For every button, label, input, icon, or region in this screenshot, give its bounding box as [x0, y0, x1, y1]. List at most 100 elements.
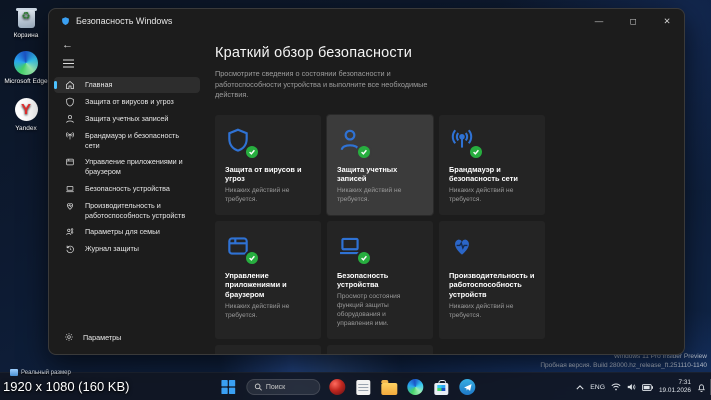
apps-icon [64, 157, 76, 167]
tray-date: 19.01.2026 [659, 387, 691, 395]
tile-title: Производительность и работоспособность у… [449, 271, 535, 300]
shield-icon [64, 97, 76, 107]
start-button[interactable] [220, 379, 237, 396]
resolution-caption: 1920 x 1080 (160 KB) [3, 379, 129, 394]
sidebar-item-firewall[interactable]: Брандмауэр и безопасность сети [54, 128, 200, 153]
sidebar-item-app-browser-control[interactable]: Управление приложениями и браузером [54, 154, 200, 179]
window-body: ← Главная Защита от вирусов и угроз Защи… [49, 33, 684, 354]
battery-icon[interactable] [642, 384, 653, 391]
taskbar-center: Поиск [220, 373, 476, 400]
tile-title: Защита от вирусов и угроз [225, 165, 311, 184]
tile-title: Безопасность устройства [337, 271, 423, 290]
main-content: Краткий обзор безопасности Просмотрите с… [205, 33, 684, 354]
sidebar-item-device-health[interactable]: Производительность и работоспособность у… [54, 198, 200, 223]
edge-icon[interactable] [407, 379, 424, 396]
tile-status: Никаких действий не требуется. [449, 303, 535, 321]
sidebar-item-virus-protection[interactable]: Защита от вирусов и угроз [54, 94, 200, 110]
tile-title: Защита учетных записей [337, 165, 423, 184]
sidebar-item-label: Журнал защиты [85, 244, 139, 254]
telegram-icon[interactable] [459, 379, 476, 396]
laptop-icon [64, 184, 76, 194]
tile-status: Просмотр состояния функций защиты оборуд… [337, 293, 423, 329]
tile-virus-protection[interactable]: Защита от вирусов и угроз Никаких действ… [215, 115, 321, 215]
yandex-icon: Y [14, 98, 39, 123]
close-button[interactable]: ✕ [650, 9, 684, 33]
desktop-icon-yandex[interactable]: Y Yandex [2, 97, 50, 133]
store-icon[interactable] [433, 379, 450, 396]
wifi-icon[interactable] [611, 383, 621, 391]
sidebar-item-account-protection[interactable]: Защита учетных записей [54, 111, 200, 127]
back-button[interactable]: ← [54, 37, 200, 57]
page-subtitle: Просмотрите сведения о состоянии безопас… [215, 69, 447, 101]
search-input[interactable]: Поиск [246, 379, 320, 395]
clock[interactable]: 7:31 19.01.2026 [659, 379, 691, 395]
tile-device-security[interactable]: Безопасность устройства Просмотр состоян… [327, 221, 433, 339]
sidebar-item-device-security[interactable]: Безопасность устройства [54, 181, 200, 197]
sidebar-item-home[interactable]: Главная [54, 77, 200, 93]
volume-icon[interactable] [627, 383, 636, 391]
family-icon [64, 227, 76, 237]
desktop: ♻ Корзина Microsoft Edge Y Yandex Window… [0, 0, 711, 400]
tile-status: Никаких действий не требуется. [337, 187, 423, 205]
recycle-bin-icon: ♻ [14, 5, 39, 30]
menu-icon[interactable] [54, 57, 200, 76]
sidebar-item-label: Безопасность устройства [85, 184, 170, 194]
opera-icon[interactable] [329, 379, 346, 396]
tile-account-protection[interactable]: Защита учетных записей Никаких действий … [327, 115, 433, 215]
tile-app-browser-control[interactable]: Управление приложениями и браузером Ника… [215, 221, 321, 339]
desktop-icon-label: Microsoft Edge [2, 78, 50, 86]
user-icon [64, 114, 76, 124]
check-badge-icon [246, 146, 258, 158]
titlebar[interactable]: Безопасность Windows — ◻ ✕ [49, 9, 684, 33]
sidebar-item-protection-history[interactable]: Журнал защиты [54, 241, 200, 257]
desktop-icon-label: Yandex [2, 125, 50, 133]
desktop-icons: ♻ Корзина Microsoft Edge Y Yandex [2, 5, 50, 132]
window-title: Безопасность Windows [76, 16, 172, 26]
tile-title: Брандмауэр и безопасность сети [449, 165, 535, 184]
check-badge-icon [470, 146, 482, 158]
app-shield-icon [61, 16, 70, 26]
windows-security-window: Безопасность Windows — ◻ ✕ ← Главная [48, 8, 685, 355]
chevron-up-icon[interactable] [576, 385, 584, 390]
sidebar: ← Главная Защита от вирусов и угроз Защи… [49, 33, 205, 354]
health-icon [449, 232, 475, 260]
sidebar-item-label: Защита учетных записей [85, 114, 168, 124]
edge-icon [14, 51, 39, 76]
sidebar-item-family-options[interactable]: Параметры для семьи [54, 224, 200, 240]
security-tiles-grid: Защита от вирусов и угроз Никаких действ… [215, 115, 666, 355]
tile-status: Никаких действий не требуется. [449, 187, 535, 205]
check-badge-icon [358, 252, 370, 264]
window-controls: — ◻ ✕ [582, 9, 684, 33]
viewer-size-label[interactable]: Реальный размер [10, 369, 71, 376]
maximize-button[interactable]: ◻ [616, 9, 650, 33]
sidebar-item-label: Главная [85, 80, 112, 90]
language-indicator[interactable]: ENG [590, 384, 605, 391]
sidebar-item-settings[interactable]: Параметры [54, 328, 200, 346]
page-title: Краткий обзор безопасности [215, 45, 666, 61]
search-icon [254, 383, 262, 391]
search-placeholder: Поиск [266, 384, 285, 391]
file-explorer-icon[interactable] [381, 379, 398, 396]
desktop-icon-label: Корзина [2, 32, 50, 40]
history-icon [64, 244, 76, 254]
settings-label: Параметры [83, 333, 121, 342]
check-badge-icon [358, 146, 370, 158]
tray-time: 7:31 [659, 379, 691, 387]
insider-watermark: Windows 11 Pro Insider Preview Пробная в… [540, 353, 707, 371]
health-icon [64, 201, 76, 211]
desktop-icon-edge[interactable]: Microsoft Edge [2, 51, 50, 86]
notification-bell-icon[interactable] [697, 383, 706, 392]
tile-protection-history[interactable]: Журнал защиты Просмотрите последние [327, 345, 433, 355]
notepad-icon[interactable] [355, 379, 372, 396]
check-badge-icon [246, 252, 258, 264]
minimize-button[interactable]: — [582, 9, 616, 33]
desktop-icon-recycle-bin[interactable]: ♻ Корзина [2, 5, 50, 40]
tile-family-options[interactable]: Параметры для семьи Определяйте условия [215, 345, 321, 355]
image-thumbnail-icon [10, 369, 18, 376]
tile-device-health[interactable]: Производительность и работоспособность у… [439, 221, 545, 339]
tile-firewall[interactable]: Брандмауэр и безопасность сети Никаких д… [439, 115, 545, 215]
sidebar-item-label: Параметры для семьи [85, 227, 160, 237]
sidebar-item-label: Производительность и работоспособность у… [85, 201, 194, 220]
system-tray: ENG 7:31 19.01.2026 [576, 373, 706, 400]
gear-icon [64, 332, 74, 342]
